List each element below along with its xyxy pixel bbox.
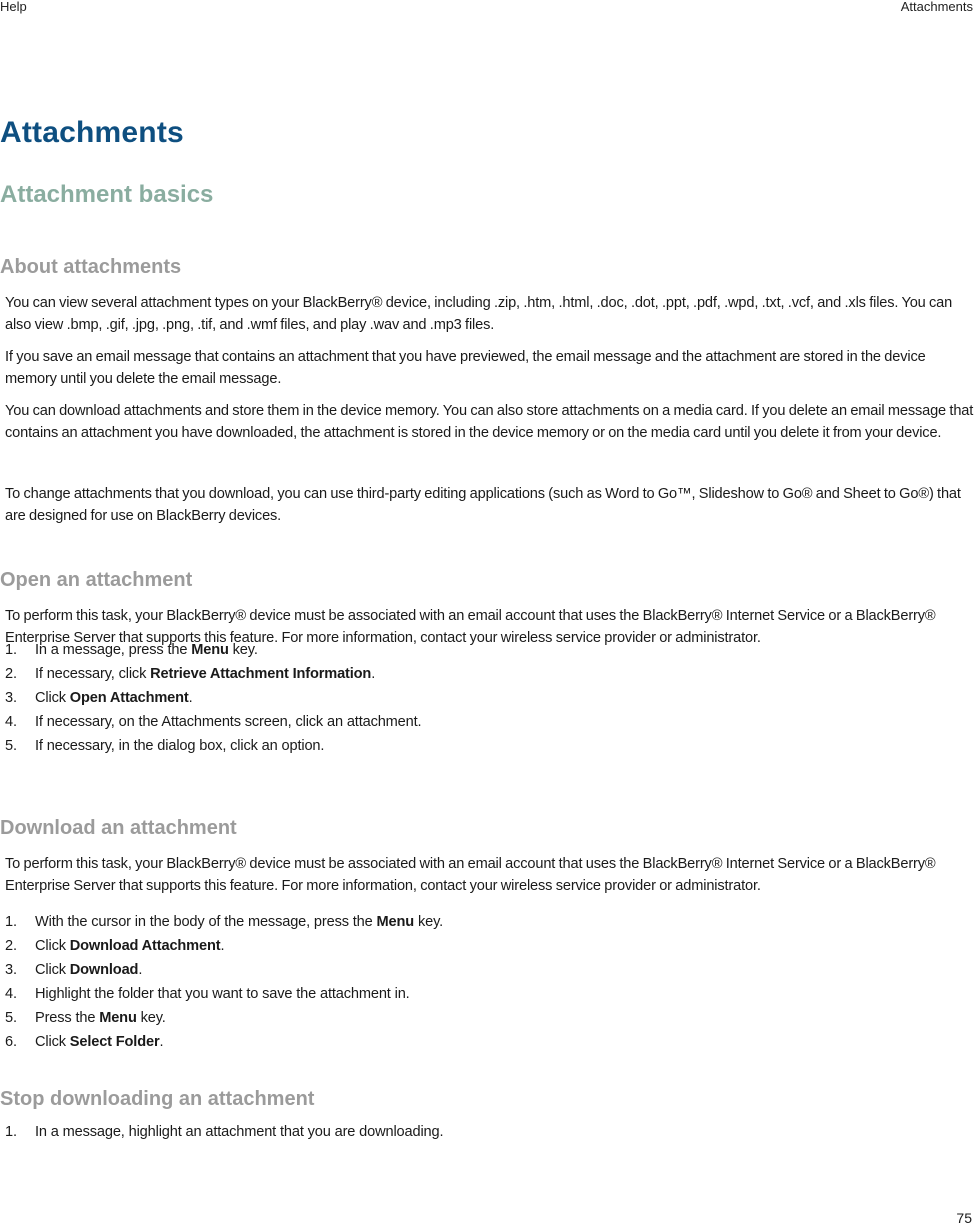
about-paragraph-4: To change attachments that you download,… xyxy=(5,486,961,524)
step-text: Press the xyxy=(35,1010,100,1026)
step-item: 1. With the cursor in the body of the mes… xyxy=(0,910,443,934)
step-text-suffix: . xyxy=(188,690,193,706)
step-ui-label: Retrieve Attachment Information xyxy=(150,666,372,682)
step-item: 1. In a message, press the Menu key. xyxy=(0,638,421,662)
step-item: 2. If necessary, click Retrieve Attachmen… xyxy=(0,662,421,686)
step-ui-label: Download xyxy=(69,962,139,978)
step-text-suffix: . xyxy=(371,666,376,682)
step-ui-label: Menu xyxy=(191,642,229,658)
header-right-label: Attachments xyxy=(900,0,973,14)
stop-downloading-heading: Stop downloading an attachment xyxy=(0,1088,315,1110)
step-text-suffix: . xyxy=(138,962,143,978)
open-attachment-heading: Open an attachment xyxy=(0,569,193,591)
step-text-suffix: . xyxy=(220,938,225,954)
step-text: In a message, highlight an attachment th… xyxy=(35,1124,444,1140)
step-item: 4. If necessary, on the Attachments scree… xyxy=(0,710,422,734)
step-text: Click xyxy=(35,690,70,706)
step-number: 3. xyxy=(5,962,17,978)
step-number: 5. xyxy=(5,1010,17,1026)
about-paragraph-1: You can view several attachment types on… xyxy=(5,295,953,333)
step-item: 2. Click Download Attachment. xyxy=(0,934,443,958)
step-text: If necessary, in the dialog box, click a… xyxy=(35,738,325,754)
step-text: Click xyxy=(35,962,70,978)
step-text: Click xyxy=(35,1034,70,1050)
chapter-title: Attachments xyxy=(0,116,184,149)
step-text: If necessary, on the Attachments screen,… xyxy=(35,714,422,730)
header-left-label: Help xyxy=(0,0,27,14)
step-item: 4. Highlight the folder that you want to … xyxy=(0,982,443,1006)
step-ui-label: Menu xyxy=(376,914,415,930)
running-header: Help Attachments xyxy=(0,0,975,16)
step-text: If necessary, click xyxy=(35,666,151,682)
step-text-suffix: . xyxy=(159,1034,164,1050)
page-number: 75 xyxy=(956,1210,972,1226)
step-ui-label: Select Folder xyxy=(69,1034,160,1050)
step-item: 6. Click Select Folder. xyxy=(0,1030,443,1054)
step-item: 5. Press the Menu key. xyxy=(0,1006,443,1030)
step-text-suffix: key. xyxy=(414,914,444,930)
section-title: Attachment basics xyxy=(0,181,214,208)
step-text-suffix: key. xyxy=(228,642,258,658)
about-paragraph-2: If you save an email message that contai… xyxy=(5,349,926,387)
step-number: 4. xyxy=(5,714,17,730)
step-text: Click xyxy=(35,938,70,954)
step-text-suffix: key. xyxy=(136,1010,166,1026)
step-text: In a message, press the xyxy=(35,642,192,658)
step-item: 3. Click Download. xyxy=(0,958,443,982)
step-item: 3. Click Open Attachment. xyxy=(0,686,421,710)
about-paragraph-3: You can download attachments and store t… xyxy=(5,403,974,441)
step-item: 1. In a message, highlight an attachment … xyxy=(0,1120,444,1144)
step-number: 2. xyxy=(5,938,17,954)
step-ui-label: Download Attachment xyxy=(69,938,221,954)
step-number: 1. xyxy=(5,1124,17,1140)
step-text: With the cursor in the body of the messa… xyxy=(35,914,377,930)
step-number: 1. xyxy=(5,642,17,658)
step-ui-label: Menu xyxy=(99,1010,137,1026)
step-ui-label: Open Attachment xyxy=(69,690,189,706)
about-attachments-heading: About attachments xyxy=(0,256,182,278)
step-number: 3. xyxy=(5,690,17,706)
step-number: 2. xyxy=(5,666,17,682)
step-number: 4. xyxy=(5,986,17,1002)
stop-downloading-steps: 1. In a message, highlight an attachment … xyxy=(0,1120,444,1144)
step-number: 5. xyxy=(5,738,17,754)
step-text: Highlight the folder that you want to sa… xyxy=(35,986,410,1002)
step-item: 5. If necessary, in the dialog box, click… xyxy=(0,734,421,758)
download-attachment-steps: 1. With the cursor in the body of the mes… xyxy=(0,910,443,1054)
open-attachment-steps: 1. In a message, press the Menu key. 2. If … xyxy=(0,638,422,758)
step-number: 6. xyxy=(5,1034,17,1050)
download-attachment-heading: Download an attachment xyxy=(0,817,237,839)
step-number: 1. xyxy=(5,914,17,930)
download-attachment-intro: To perform this task, your BlackBerry® d… xyxy=(5,856,936,894)
